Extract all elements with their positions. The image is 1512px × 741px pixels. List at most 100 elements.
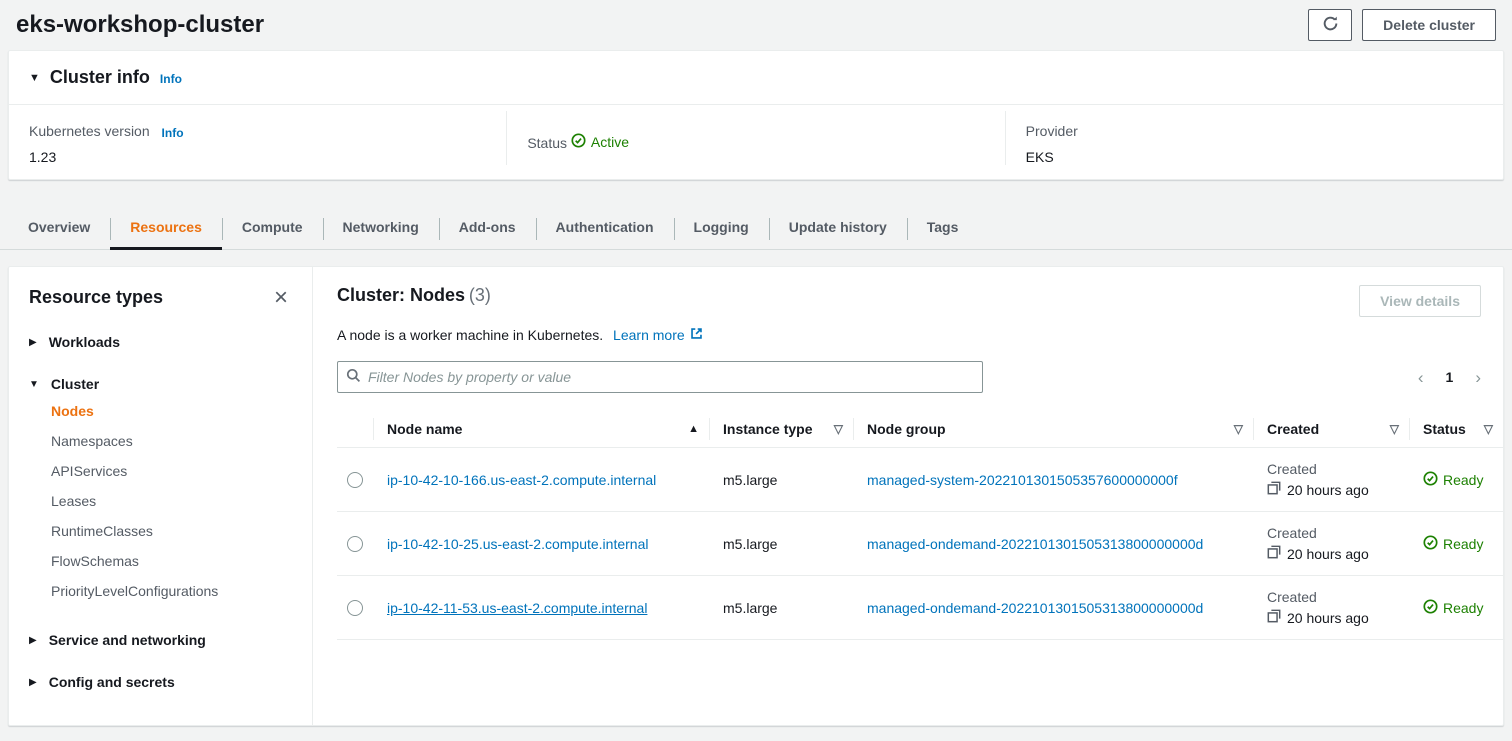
column-header-node-name[interactable]: Node name ▲ (373, 411, 709, 448)
row-radio-button[interactable] (347, 536, 363, 552)
sidebar-group-service-networking-toggle[interactable]: ▶ Service and networking (29, 632, 292, 648)
kubernetes-version-field: Kubernetes version Info 1.23 (9, 111, 506, 165)
sidebar-item-apiservices[interactable]: APIServices (51, 456, 292, 486)
chevron-down-icon: ▼ (29, 379, 39, 390)
column-label: Node group (867, 421, 946, 437)
column-header-status[interactable]: Status ▽ (1409, 411, 1503, 448)
sidebar-item-nodes[interactable]: Nodes (51, 396, 292, 426)
resource-types-panel: Resource types × ▶ Workloads ▼ Cluster N… (9, 267, 313, 725)
resource-types-title: Resource types (29, 287, 163, 308)
sidebar-group-config-secrets-toggle[interactable]: ▶ Config and secrets (29, 674, 292, 690)
chevron-right-icon: ▶ (29, 337, 37, 348)
copy-icon[interactable] (1267, 545, 1281, 562)
pagination: ‹ 1 › (1418, 369, 1481, 386)
node-group-cell: managed-ondemand-20221013015053138000000… (853, 512, 1253, 576)
nodes-panel-title: Cluster: Nodes (337, 285, 465, 305)
created-value: 20 hours ago (1287, 546, 1369, 562)
created-cell: Created 20 hours ago (1253, 576, 1409, 640)
status-text: Ready (1443, 472, 1483, 488)
tab-add-ons[interactable]: Add-ons (439, 204, 536, 249)
created-label: Created (1267, 461, 1317, 477)
table-row-select (337, 512, 373, 576)
node-name-cell: ip-10-42-11-53.us-east-2.compute.interna… (373, 576, 709, 640)
refresh-button[interactable] (1308, 9, 1352, 41)
tab-authentication[interactable]: Authentication (536, 204, 674, 249)
tab-compute[interactable]: Compute (222, 204, 323, 249)
node-group-link[interactable]: managed-ondemand-20221013015053138000000… (867, 536, 1203, 552)
close-icon[interactable]: × (270, 290, 292, 306)
status-cell: Ready (1409, 576, 1503, 640)
provider-field: Provider EKS (1005, 111, 1503, 165)
tab-networking[interactable]: Networking (323, 204, 439, 249)
created-cell: Created 20 hours ago (1253, 448, 1409, 512)
kubernetes-version-info-link[interactable]: Info (162, 126, 184, 140)
page-number[interactable]: 1 (1446, 369, 1454, 385)
collapse-caret-icon: ▼ (29, 72, 40, 84)
delete-cluster-button[interactable]: Delete cluster (1362, 9, 1496, 41)
sidebar-cluster-children: Nodes Namespaces APIServices Leases Runt… (51, 396, 292, 606)
column-header-instance-type[interactable]: Instance type ▽ (709, 411, 853, 448)
cluster-info-info-link[interactable]: Info (160, 72, 182, 86)
tab-resources[interactable]: Resources (110, 204, 222, 249)
nodes-panel-header: Cluster: Nodes (3) View details (337, 285, 1481, 317)
node-group-link[interactable]: managed-system-2022101301505357600000000… (867, 472, 1178, 488)
sidebar-group-config-secrets: ▶ Config and secrets (29, 674, 292, 690)
node-name-link[interactable]: ip-10-42-11-53.us-east-2.compute.interna… (387, 600, 647, 616)
nodes-description: A node is a worker machine in Kubernetes… (337, 327, 1503, 343)
row-radio-button[interactable] (347, 472, 363, 488)
view-details-button[interactable]: View details (1359, 285, 1481, 317)
next-page-icon[interactable]: › (1475, 369, 1481, 386)
learn-more-link[interactable]: Learn more (613, 327, 703, 343)
status-ready: Ready (1423, 471, 1483, 489)
cluster-info-header[interactable]: ▼ Cluster info Info (9, 51, 1503, 105)
tab-update-history[interactable]: Update history (769, 204, 907, 249)
sidebar-item-runtimeclasses[interactable]: RuntimeClasses (51, 516, 292, 546)
cluster-info-title: Cluster info (50, 67, 150, 88)
row-radio-button[interactable] (347, 600, 363, 616)
sortable-icon: ▽ (1390, 422, 1399, 436)
created-label: Created (1267, 525, 1317, 541)
node-name-link[interactable]: ip-10-42-10-25.us-east-2.compute.interna… (387, 536, 648, 552)
resource-types-header: Resource types × (29, 287, 292, 308)
tab-tags[interactable]: Tags (907, 204, 979, 249)
sidebar-group-cluster-toggle[interactable]: ▼ Cluster (29, 376, 292, 392)
sidebar-item-flowschemas[interactable]: FlowSchemas (51, 546, 292, 576)
sidebar-group-workloads-toggle[interactable]: ▶ Workloads (29, 334, 292, 350)
cluster-info-card: ▼ Cluster info Info Kubernetes version I… (8, 50, 1504, 180)
header-actions: Delete cluster (1308, 9, 1496, 41)
filter-input-box (337, 361, 983, 393)
table-row-select (337, 448, 373, 512)
select-all-header (337, 411, 373, 448)
sidebar-item-prioritylevelconfigurations[interactable]: PriorityLevelConfigurations (51, 576, 292, 606)
instance-type-cell: m5.large (709, 512, 853, 576)
check-circle-icon (571, 133, 586, 151)
sidebar-item-leases[interactable]: Leases (51, 486, 292, 516)
copy-icon[interactable] (1267, 609, 1281, 626)
search-icon (346, 368, 361, 386)
column-header-created[interactable]: Created ▽ (1253, 411, 1409, 448)
tab-overview[interactable]: Overview (8, 204, 110, 249)
previous-page-icon[interactable]: ‹ (1418, 369, 1424, 386)
table-row-select (337, 576, 373, 640)
created-value: 20 hours ago (1287, 482, 1369, 498)
instance-type-cell: m5.large (709, 576, 853, 640)
column-label: Created (1267, 421, 1319, 437)
sidebar-group-label: Config and secrets (49, 674, 175, 690)
tab-logging[interactable]: Logging (674, 204, 769, 249)
sidebar-item-namespaces[interactable]: Namespaces (51, 426, 292, 456)
status-text: Active (591, 134, 629, 150)
filter-nodes-input[interactable] (368, 369, 974, 385)
nodes-count: (3) (469, 285, 491, 305)
column-header-node-group[interactable]: Node group ▽ (853, 411, 1253, 448)
sortable-icon: ▽ (1234, 422, 1243, 436)
sidebar-group-label: Workloads (49, 334, 120, 350)
node-name-link[interactable]: ip-10-42-10-166.us-east-2.compute.intern… (387, 472, 656, 488)
check-circle-icon (1423, 535, 1438, 553)
sortable-icon: ▽ (1484, 422, 1493, 436)
sidebar-group-workloads: ▶ Workloads (29, 334, 292, 350)
node-group-link[interactable]: managed-ondemand-20221013015053138000000… (867, 600, 1203, 616)
copy-icon[interactable] (1267, 481, 1281, 498)
kubernetes-version-label: Kubernetes version (29, 123, 150, 139)
column-label: Node name (387, 421, 462, 437)
check-circle-icon (1423, 599, 1438, 617)
